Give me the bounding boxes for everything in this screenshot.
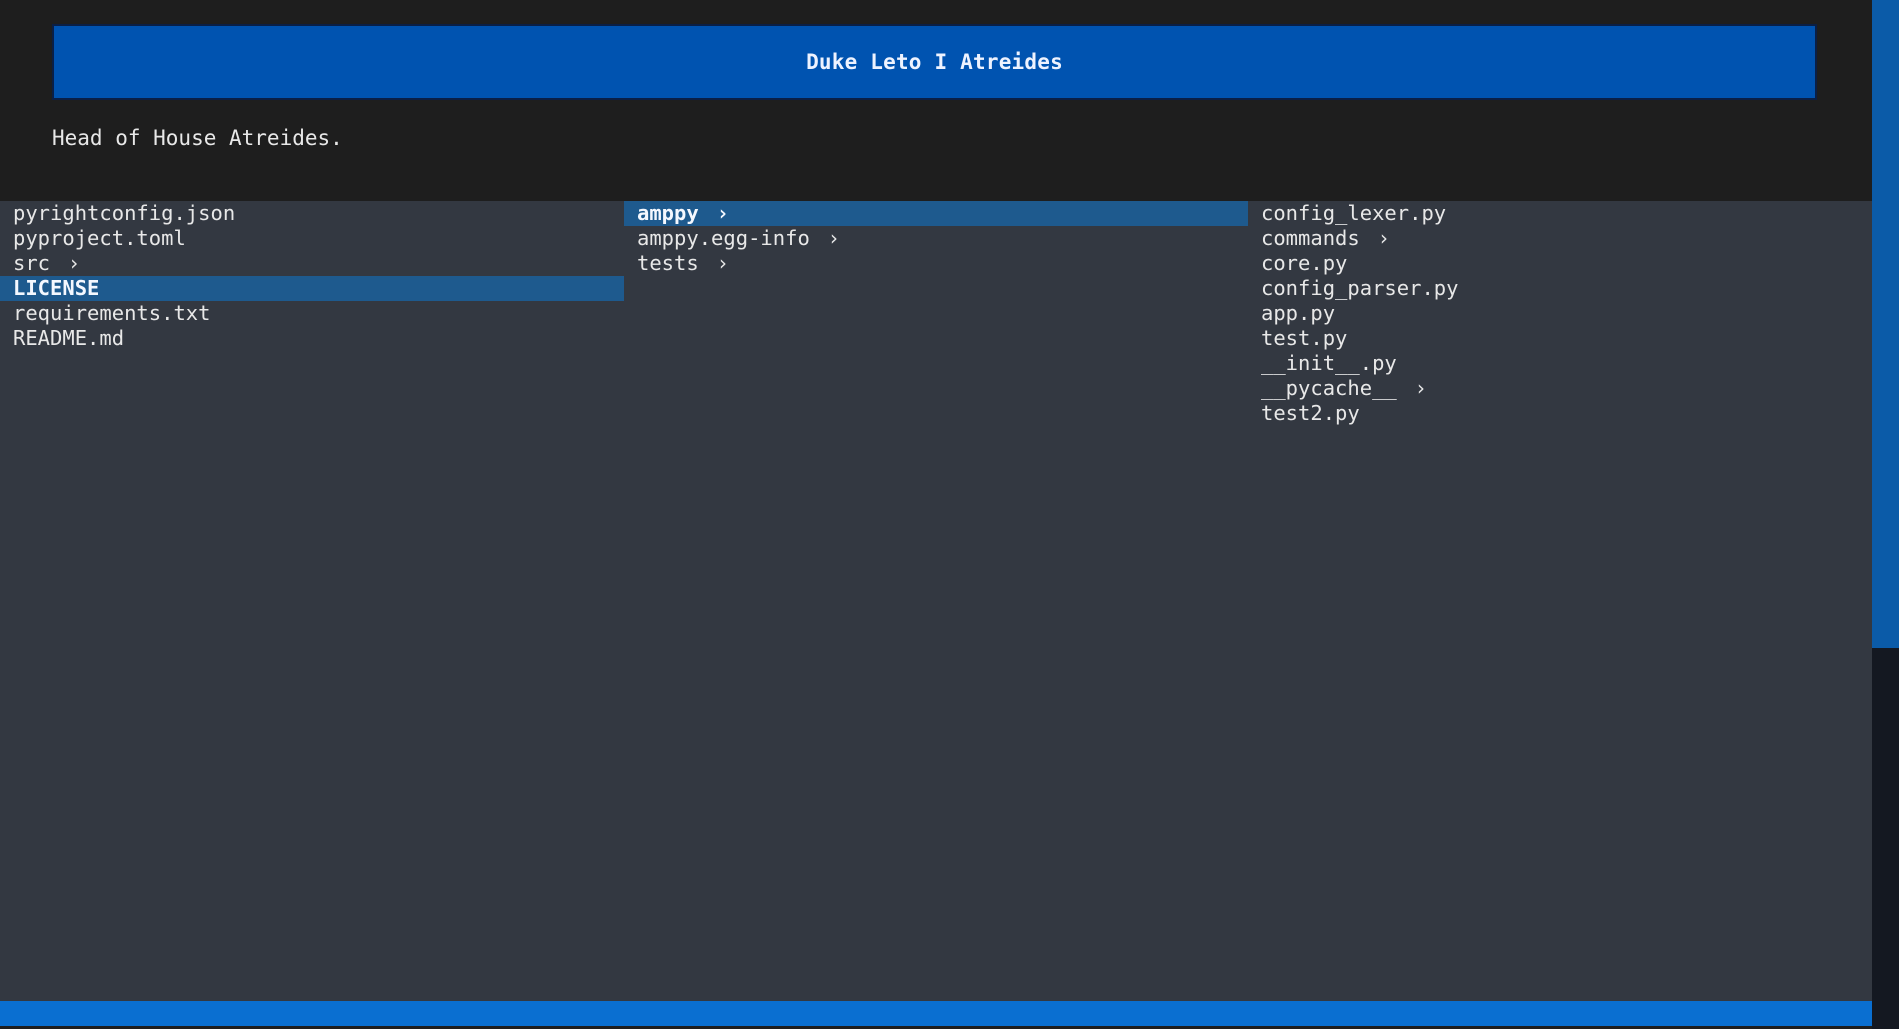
item-label: LICENSE — [13, 276, 100, 300]
file-item[interactable]: core.py — [1248, 251, 1872, 276]
item-label: __init__.py — [1261, 351, 1397, 375]
status-bar — [0, 1001, 1872, 1026]
item-label: src — [13, 251, 51, 275]
file-item[interactable]: README.md — [0, 326, 624, 351]
directory-item[interactable]: commands › — [1248, 226, 1872, 251]
item-label: amppy — [637, 201, 699, 225]
chevron-right-icon: › — [1377, 226, 1390, 250]
directory-item[interactable]: src › — [0, 251, 624, 276]
directory-item[interactable]: amppy › — [624, 201, 1248, 226]
chevron-right-icon: › — [827, 226, 840, 250]
item-label: test2.py — [1261, 401, 1360, 425]
description-text: Head of House Atreides. — [52, 126, 343, 150]
item-label: config_parser.py — [1261, 276, 1459, 300]
scrollbar-thumb[interactable] — [1872, 0, 1899, 648]
file-item[interactable]: config_parser.py — [1248, 276, 1872, 301]
directory-item[interactable]: tests › — [624, 251, 1248, 276]
file-item[interactable]: test2.py — [1248, 401, 1872, 426]
chevron-right-icon: › — [1414, 376, 1427, 400]
item-label: pyrightconfig.json — [13, 201, 236, 225]
preview-directory-column: config_lexer.py commands › core.py config_pa… — [1248, 201, 1872, 1001]
item-label: requirements.txt — [13, 301, 211, 325]
file-item[interactable]: __init__.py — [1248, 351, 1872, 376]
item-label: __pycache__ — [1261, 376, 1397, 400]
item-label: test.py — [1261, 326, 1348, 350]
item-label: pyproject.toml — [13, 226, 186, 250]
directory-item[interactable]: amppy.egg-info › — [624, 226, 1248, 251]
file-item[interactable]: requirements.txt — [0, 301, 624, 326]
file-item[interactable]: pyrightconfig.json — [0, 201, 624, 226]
file-browser: pyrightconfig.json pyproject.toml src › LICE… — [0, 201, 1872, 1001]
title-bar: Duke Leto I Atreides — [52, 24, 1817, 100]
item-label: core.py — [1261, 251, 1348, 275]
current-directory-column: amppy › amppy.egg-info › tests › — [624, 201, 1248, 1001]
file-item[interactable]: pyproject.toml — [0, 226, 624, 251]
directory-item[interactable]: __pycache__ › — [1248, 376, 1872, 401]
file-item[interactable]: LICENSE — [0, 276, 624, 301]
page-title: Duke Leto I Atreides — [806, 50, 1063, 74]
item-label: commands — [1261, 226, 1360, 250]
chevron-right-icon: › — [716, 201, 729, 225]
vertical-scrollbar[interactable] — [1872, 0, 1899, 1029]
item-label: app.py — [1261, 301, 1336, 325]
chevron-right-icon: › — [68, 251, 81, 275]
parent-directory-column: pyrightconfig.json pyproject.toml src › LICE… — [0, 201, 624, 1001]
item-label: amppy.egg-info — [637, 226, 810, 250]
detail-header: Duke Leto I Atreides Head of House Atrei… — [0, 0, 1872, 201]
file-item[interactable]: app.py — [1248, 301, 1872, 326]
app-window: Duke Leto I Atreides Head of House Atrei… — [0, 0, 1899, 1029]
item-label: tests — [637, 251, 699, 275]
file-item[interactable]: test.py — [1248, 326, 1872, 351]
chevron-right-icon: › — [716, 251, 729, 275]
item-label: README.md — [13, 326, 125, 350]
file-item[interactable]: config_lexer.py — [1248, 201, 1872, 226]
item-label: config_lexer.py — [1261, 201, 1447, 225]
